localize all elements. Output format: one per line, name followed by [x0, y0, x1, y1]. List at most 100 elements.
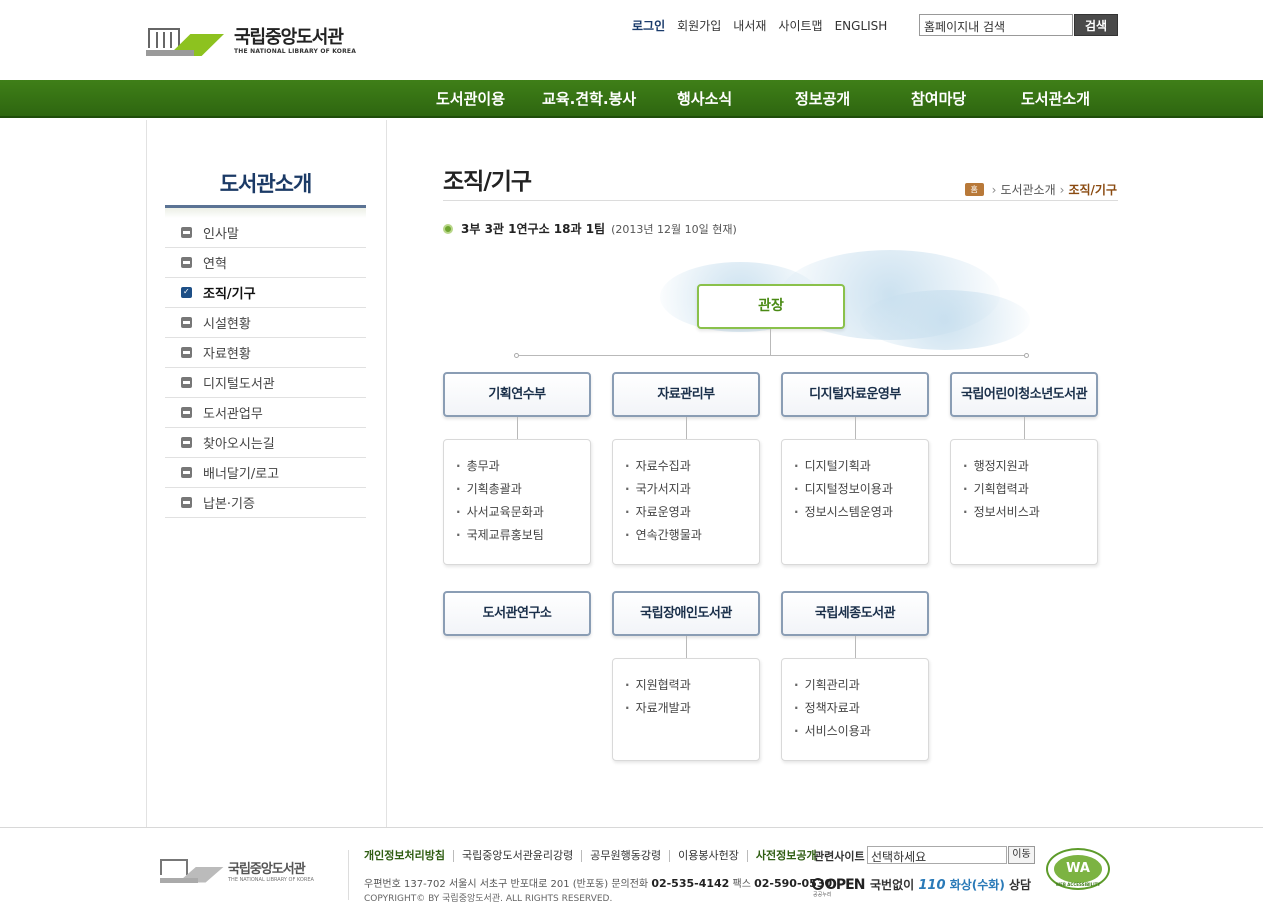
- minus-icon: [181, 497, 192, 508]
- login-link[interactable]: 로그인: [632, 18, 665, 34]
- minus-icon: [181, 377, 192, 388]
- list-item[interactable]: 정보서비스과: [963, 503, 1097, 526]
- dept-planning[interactable]: 기획연수부: [443, 372, 591, 417]
- sidebar-item-digital-library[interactable]: 디지털도서관: [165, 368, 366, 398]
- summary-text: 3부 3관 1연구소 18과 1팀: [461, 222, 606, 236]
- dept-disabled-library[interactable]: 국립장애인도서관: [612, 591, 760, 636]
- site-logo[interactable]: 국립중앙도서관 THE NATIONAL LIBRARY OF KOREA: [146, 26, 356, 56]
- dept-digital[interactable]: 디지털자료운영부: [781, 372, 929, 417]
- prior-disclosure-link[interactable]: 사전정보공개: [746, 850, 825, 862]
- dept-research-institute[interactable]: 도서관연구소: [443, 591, 591, 636]
- minus-icon: [181, 407, 192, 418]
- sidebar-item-history[interactable]: 연혁: [165, 248, 366, 278]
- list-item[interactable]: 국가서지과: [625, 480, 759, 503]
- sitemap-link[interactable]: 사이트맵: [778, 18, 822, 34]
- org-head-box: 관장: [697, 284, 845, 329]
- list-item[interactable]: 기획관리과: [794, 676, 928, 699]
- dept-digital-sublist: 디지털기획과 디지털정보이용과 정보시스템운영과: [781, 439, 929, 565]
- connector-line: [517, 417, 518, 439]
- list-item[interactable]: 디지털기획과: [794, 457, 928, 480]
- related-sites-select[interactable]: 선택하세요: [867, 846, 1007, 864]
- gnb-participation[interactable]: 참여마당: [911, 80, 966, 118]
- wa-sub: WEB ACCESSIBILITY: [1055, 882, 1101, 887]
- ethics-link[interactable]: 국립중앙도서관윤리강령: [452, 850, 581, 862]
- dept-sejong-library[interactable]: 국립세종도서관: [781, 591, 929, 636]
- fax-label: 팩스: [732, 879, 751, 890]
- list-item[interactable]: 기획총괄과: [456, 480, 590, 503]
- list-item[interactable]: 디지털정보이용과: [794, 480, 928, 503]
- logo-subtitle: THE NATIONAL LIBRARY OF KOREA: [234, 47, 357, 55]
- chevron-right-icon: ›: [1059, 182, 1065, 197]
- signup-link[interactable]: 회원가입: [677, 18, 721, 34]
- list-item[interactable]: 사서교육문화과: [456, 503, 590, 526]
- sidebar-item-collections[interactable]: 자료현황: [165, 338, 366, 368]
- sidebar-title-shadow: [165, 208, 366, 218]
- breadcrumb-current: 조직/기구: [1068, 183, 1117, 197]
- sidebar-item-facilities[interactable]: 시설현황: [165, 308, 366, 338]
- sidebar-item-label: 찾아오시는길: [203, 437, 275, 452]
- library-logo-icon: [146, 26, 224, 56]
- sidebar-item-deposit[interactable]: 납본·기증: [165, 488, 366, 518]
- search-button[interactable]: 검색: [1074, 14, 1118, 36]
- dept-collection-sublist: 자료수집과 국가서지과 자료운영과 연속간행물과: [612, 439, 760, 565]
- gnb-about[interactable]: 도서관소개: [1021, 80, 1090, 118]
- sidebar-item-directions[interactable]: 찾아오시는길: [165, 428, 366, 458]
- dept-collection-mgmt[interactable]: 자료관리부: [612, 372, 760, 417]
- title-divider: [443, 200, 1118, 201]
- left-frame-line: [146, 120, 147, 828]
- footer-logo-subtitle: THE NATIONAL LIBRARY OF KOREA: [228, 877, 314, 883]
- main-nav: 도서관이용 교육.견학.봉사 행사소식 정보공개 참여마당 도서관소개: [0, 80, 1263, 118]
- list-item[interactable]: 자료수집과: [625, 457, 759, 480]
- gnb-info-disclosure[interactable]: 정보공개: [795, 80, 850, 118]
- sidebar-item-greeting[interactable]: 인사말: [165, 218, 366, 248]
- sidebar-item-label: 배너달기/로고: [203, 467, 280, 482]
- sidebar-item-organization[interactable]: 조직/기구: [165, 278, 366, 308]
- open-sub: 공공누리: [813, 892, 832, 898]
- sidebar-item-library-work[interactable]: 도서관업무: [165, 398, 366, 428]
- list-item[interactable]: 자료개발과: [625, 699, 759, 722]
- logo-title: 국립중앙도서관: [234, 26, 344, 48]
- breadcrumb-level1[interactable]: 도서관소개: [1000, 181, 1055, 198]
- copyright: COPYRIGHT© BY 국립중앙도서관. ALL RIGHTS RESERV…: [364, 894, 613, 904]
- list-item[interactable]: 정책자료과: [794, 699, 928, 722]
- connector-line: [855, 636, 856, 658]
- sidebar-item-banner-logo[interactable]: 배너달기/로고: [165, 458, 366, 488]
- list-item[interactable]: 총무과: [456, 457, 590, 480]
- dept-sejong-sublist: 기획관리과 정책자료과 서비스이용과: [781, 658, 929, 761]
- list-item[interactable]: 기획협력과: [963, 480, 1097, 503]
- list-item[interactable]: 연속간행물과: [625, 526, 759, 549]
- related-sites-label: 관련사이트: [814, 850, 865, 863]
- library-logo-icon: [160, 858, 224, 883]
- connector-line: [519, 355, 1028, 356]
- sidebar-menu: 인사말 연혁 조직/기구 시설현황 자료현황 디지털도서관 도서관업무 찾아오시…: [165, 218, 366, 518]
- related-go-button[interactable]: 이동: [1008, 846, 1035, 864]
- list-item[interactable]: 자료운영과: [625, 503, 759, 526]
- dept-children-library[interactable]: 국립어린이청소년도서관: [950, 372, 1098, 417]
- home-icon[interactable]: 홈: [964, 183, 984, 196]
- site-search-input[interactable]: 홈페이지내 검색: [919, 14, 1073, 36]
- connector-line: [686, 417, 687, 439]
- list-item[interactable]: 행정지원과: [963, 457, 1097, 480]
- privacy-policy-link[interactable]: 개인정보처리방침: [364, 850, 453, 862]
- sign-language-consult[interactable]: 국번없이 110 화상(수화) 상담: [870, 876, 1031, 893]
- sidebar-item-label: 조직/기구: [203, 287, 256, 302]
- sidebar-item-label: 자료현황: [203, 347, 251, 362]
- utility-nav: 로그인 회원가입 내서재 사이트맵 ENGLISH: [632, 18, 899, 34]
- list-item[interactable]: 서비스이용과: [794, 722, 928, 745]
- address-text: 우편번호 137-702 서울시 서초구 반포대로 201 (반포동) 문의전화: [364, 879, 649, 890]
- footer-divider: [0, 827, 1263, 828]
- list-item[interactable]: 지원협력과: [625, 676, 759, 699]
- dept-children-sublist: 행정지원과 기획협력과 정보서비스과: [950, 439, 1098, 565]
- service-charter-link[interactable]: 이용봉사헌장: [669, 850, 747, 862]
- my-library-link[interactable]: 내서재: [733, 18, 766, 34]
- list-item[interactable]: 국제교류홍보팀: [456, 526, 590, 549]
- gnb-events[interactable]: 행사소식: [677, 80, 732, 118]
- code-of-conduct-link[interactable]: 공무원행동강령: [581, 850, 669, 862]
- gnb-education[interactable]: 교육.견학.봉사: [542, 80, 636, 118]
- gnb-library-use[interactable]: 도서관이용: [436, 80, 505, 118]
- english-link[interactable]: ENGLISH: [835, 18, 888, 34]
- dept-disabled-sublist: 지원협력과 자료개발과: [612, 658, 760, 761]
- tel-number: 02-535-4142: [651, 877, 730, 890]
- list-item[interactable]: 정보시스템운영과: [794, 503, 928, 526]
- minus-icon: [181, 317, 192, 328]
